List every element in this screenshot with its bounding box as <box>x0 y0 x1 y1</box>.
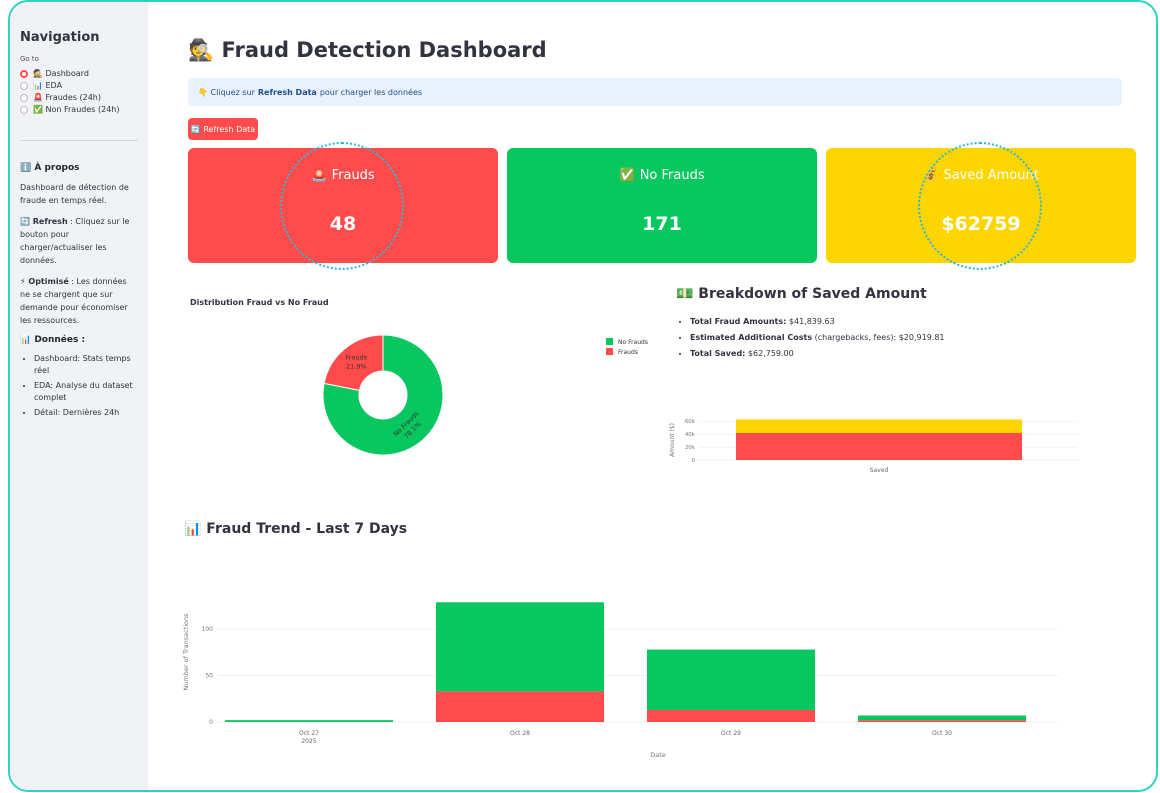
saved-item-bold: Total Fraud Amounts: <box>690 317 787 326</box>
saved-breakdown-title: 💵 Breakdown of Saved Amount <box>676 286 927 302</box>
nav-radio-label: 📊 EDA <box>33 81 63 90</box>
saved-item-text: (chargebacks, fees): $20,919.81 <box>812 333 945 342</box>
pie-title: Distribution Fraud vs No Fraud <box>190 298 329 307</box>
pie-slice-label-line: 21.9% <box>346 363 367 371</box>
optim-help-bold: ⚡ Optimisé <box>20 277 69 286</box>
info-bold: Refresh Data <box>257 87 317 97</box>
sidebar-divider <box>20 140 138 141</box>
page-title: 🕵️ Fraud Detection Dashboard <box>188 38 547 62</box>
y-tick-label: 20k <box>685 445 696 451</box>
nav-radio-2[interactable]: 🚨 Fraudes (24h) <box>20 93 138 102</box>
y-tick-label: 0 <box>209 719 213 726</box>
x-tick-label: 2025 <box>301 738 316 745</box>
trend-title: 📊 Fraud Trend - Last 7 Days <box>184 521 408 537</box>
highlight-ring <box>918 142 1042 270</box>
legend-swatch <box>606 338 613 345</box>
saved-item: Total Saved: $62,759.00 <box>690 346 945 362</box>
main-area: 🕵️ Fraud Detection Dashboard 👇 Cliquez s… <box>148 2 1156 790</box>
trend-bar-segment <box>858 720 1026 722</box>
x-tick-label: Saved <box>870 467 889 474</box>
nav-radio-label: 🕵️ Dashboard <box>33 69 89 78</box>
y-tick-label: 100 <box>202 626 214 633</box>
y-tick-label: 60k <box>685 419 696 425</box>
y-tick-label: 40k <box>685 432 696 438</box>
fraud-pie-chart: No Frauds78.1%Frauds21.9% <box>322 334 444 456</box>
nav-radio-group: 🕵️ Dashboard 📊 EDA 🚨 Fraudes (24h) ✅ Non Fr… <box>20 69 138 114</box>
saved-card: 💰 Saved Amount $62759 <box>826 142 1136 270</box>
nofrauds-card-label: ✅ No Frauds <box>619 168 705 183</box>
saved-bar-segment <box>736 419 1022 433</box>
trend-bar-segment <box>436 602 604 692</box>
saved-breakdown-list: Total Fraud Amounts: $41,839.63 Estimate… <box>682 314 945 362</box>
refresh-help: 🔄 Refresh : Cliquez sur le bouton pour c… <box>20 215 138 267</box>
nav-radio-label: ✅ Non Fraudes (24h) <box>33 105 120 114</box>
saved-item-text: $62,759.00 <box>745 349 794 358</box>
sidebar: Navigation Go to 🕵️ Dashboard 📊 EDA 🚨 Frau… <box>10 2 148 790</box>
frauds-card: 🚨 Frauds 48 <box>188 142 498 270</box>
trend-bar-segment <box>436 691 604 722</box>
legend-swatch <box>606 348 613 355</box>
nofrauds-card-value: 171 <box>642 213 682 235</box>
saved-item-bold: Total Saved: <box>690 349 746 358</box>
radio-button-icon[interactable] <box>20 69 28 78</box>
trend-bar-segment <box>858 715 1026 721</box>
trend-x-axis-label: Date <box>650 751 666 759</box>
y-tick-label: 0 <box>692 458 696 464</box>
trend-bar-segment <box>647 649 815 710</box>
x-tick-label: Oct 29 <box>721 730 741 737</box>
data-list-item: Détail: Dernières 24h <box>34 407 138 419</box>
x-tick-label: Oct 30 <box>932 730 952 737</box>
trend-y-axis-label: Number of Transactions <box>182 613 190 691</box>
legend-label: Frauds <box>618 349 638 356</box>
saved-item: Estimated Additional Costs (chargebacks,… <box>690 330 945 346</box>
nav-radio-0[interactable]: 🕵️ Dashboard <box>20 69 138 78</box>
radio-button-icon[interactable] <box>20 81 28 90</box>
pie-legend: No Frauds Frauds <box>606 338 648 356</box>
about-text: Dashboard de détection de fraude en temp… <box>20 183 129 205</box>
saved-bar-segment <box>736 432 1022 460</box>
pie-slice-label: Frauds21.9% <box>346 354 368 371</box>
radio-button-icon[interactable] <box>20 105 28 114</box>
x-tick-label: Oct 27 <box>299 730 319 737</box>
saved-item: Total Fraud Amounts: $41,839.63 <box>690 314 945 330</box>
data-list-item: Dashboard: Stats temps réel <box>34 353 138 377</box>
about-title: ℹ️ À propos <box>20 163 80 173</box>
app-window: Navigation Go to 🕵️ Dashboard 📊 EDA 🚨 Frau… <box>8 0 1158 792</box>
goto-label: Go to <box>20 55 39 63</box>
saved-y-axis-label: Amount ($) <box>669 423 676 457</box>
trend-bar-segment <box>225 720 393 722</box>
x-tick-label: Oct 28 <box>510 730 530 737</box>
fraud-trend-chart: Number of Transactions 0 50 100 Oct 272025 Oc… <box>182 602 1058 759</box>
info-prefix: 👇 Cliquez sur <box>198 87 255 97</box>
nofrauds-card: ✅ No Frauds 171 <box>507 148 817 263</box>
saved-item-bold: Estimated Additional Costs <box>690 333 813 342</box>
nav-radio-label: 🚨 Fraudes (24h) <box>33 93 101 102</box>
refresh-data-button[interactable]: 🔄 Refresh Data <box>188 118 258 140</box>
saved-item-text: $41,839.63 <box>786 317 835 326</box>
info-suffix: pour charger les données <box>319 87 423 97</box>
info-banner: 👇 Cliquez sur Refresh Data pour charger … <box>188 78 1122 106</box>
highlight-ring <box>280 142 404 270</box>
trend-bar-segment <box>647 709 815 722</box>
nav-radio-1[interactable]: 📊 EDA <box>20 81 138 90</box>
pie-slice-label-line: Frauds <box>346 354 368 362</box>
optim-help: ⚡ Optimisé : Les données ne se chargent … <box>20 275 138 327</box>
refresh-help-bold: 🔄 Refresh <box>20 217 68 226</box>
nav-radio-3[interactable]: ✅ Non Fraudes (24h) <box>20 105 138 114</box>
data-title: 📊 Données : <box>20 335 86 345</box>
data-list-item: EDA: Analyse du dataset complet <box>34 380 138 404</box>
y-tick-label: 50 <box>205 673 213 680</box>
radio-button-icon[interactable] <box>20 93 28 102</box>
saved-bar-chart: Amount ($) 0 20k 40k 60k Saved <box>669 419 1078 474</box>
sidebar-title: Navigation <box>20 30 100 45</box>
legend-label: No Frauds <box>618 339 648 346</box>
data-list: Dashboard: Stats temps réel EDA: Analyse… <box>20 353 138 419</box>
